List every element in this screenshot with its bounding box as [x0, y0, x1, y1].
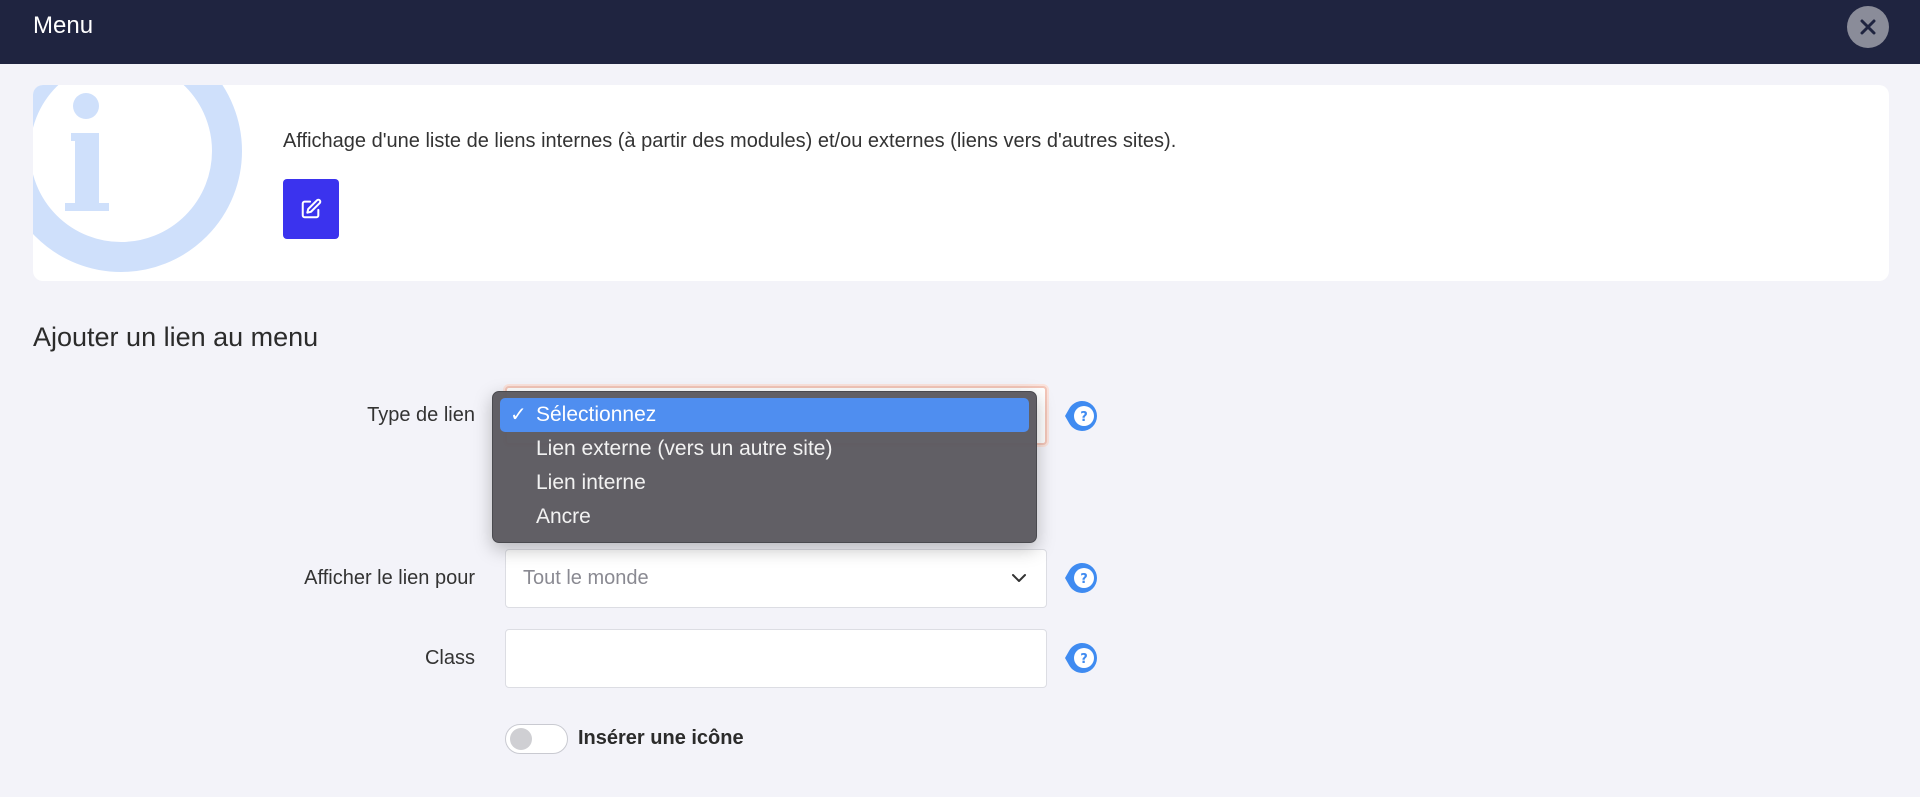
page-title: Menu — [33, 12, 94, 39]
show-select[interactable]: Tout le monde — [505, 549, 1047, 608]
type-dropdown-menu: ✓ Sélectionnez Lien externe (vers un aut… — [492, 391, 1037, 543]
icon-toggle[interactable] — [505, 724, 568, 754]
close-button[interactable] — [1847, 6, 1889, 48]
close-icon — [1860, 19, 1876, 35]
type-option-label: Sélectionnez — [536, 403, 657, 426]
svg-text:?: ? — [1080, 572, 1088, 587]
type-option[interactable]: ✓ Sélectionnez — [500, 398, 1029, 432]
type-label: Type de lien — [367, 404, 475, 426]
edit-button[interactable] — [283, 179, 339, 239]
class-input[interactable] — [505, 629, 1047, 688]
svg-text:?: ? — [1080, 410, 1088, 425]
help-icon[interactable]: ? — [1064, 560, 1100, 596]
type-option[interactable]: Ancre — [500, 500, 1029, 534]
chevron-down-icon — [1012, 574, 1026, 582]
show-select-value: Tout le monde — [523, 567, 649, 589]
type-option-label: Ancre — [536, 505, 591, 528]
type-option-label: Lien externe (vers un autre site) — [536, 437, 833, 460]
class-label: Class — [424, 647, 475, 669]
svg-text:?: ? — [1080, 652, 1088, 667]
top-bar: Menu — [0, 0, 1920, 64]
type-option[interactable]: Lien externe (vers un autre site) — [500, 432, 1029, 466]
check-icon: ✓ — [510, 404, 527, 426]
show-label: Afficher le lien pour — [304, 567, 475, 589]
icon-toggle-label: Insérer une icône — [578, 727, 744, 749]
toggle-knob — [510, 728, 532, 750]
help-icon[interactable]: ? — [1064, 398, 1100, 434]
edit-icon — [301, 198, 322, 219]
help-icon[interactable]: ? — [1064, 640, 1100, 676]
section-title: Ajouter un lien au menu — [33, 322, 319, 352]
info-icon — [33, 85, 242, 272]
info-card: Affichage d'une liste de liens internes … — [33, 85, 1889, 281]
info-description: Affichage d'une liste de liens internes … — [283, 130, 1177, 152]
type-option[interactable]: Lien interne — [500, 466, 1029, 500]
type-option-label: Lien interne — [536, 471, 646, 494]
